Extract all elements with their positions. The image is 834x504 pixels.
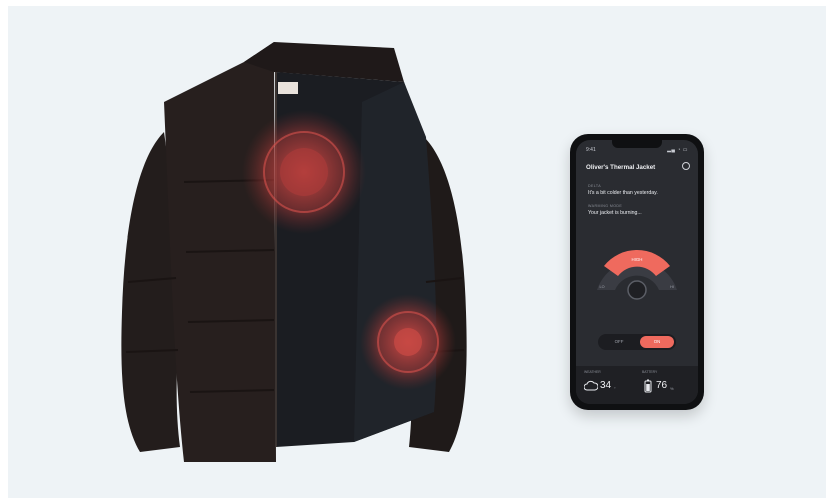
gear-icon[interactable] <box>682 162 690 170</box>
status-time: 9:41 <box>586 147 596 153</box>
toggle-off-option[interactable]: OFF <box>604 334 634 350</box>
dial-low-label: LO <box>599 285 604 289</box>
toggle-on-option[interactable]: ON <box>640 336 674 348</box>
battery-label: BATTERY <box>642 370 658 374</box>
status-icons: ▂▄ ◔ ▭ <box>667 147 688 153</box>
thermal-jacket-illustration <box>121 42 467 462</box>
message-text-2: Your jacket is burning... <box>588 210 642 216</box>
temperature-unit: ° <box>614 386 616 391</box>
dial-knob <box>627 280 647 300</box>
app-screen: 9:41 ▂▄ ◔ ▭ Oliver's Thermal Jacket DELT… <box>576 140 698 404</box>
app-title: Oliver's Thermal Jacket <box>586 164 656 171</box>
power-toggle[interactable]: OFF ON <box>598 334 676 350</box>
battery-unit: % <box>670 386 674 391</box>
dial-level-label: HIGH <box>632 257 643 262</box>
heat-level-dial[interactable]: HIGH LO HI <box>584 236 690 312</box>
cloud-icon <box>584 380 598 391</box>
dial-high-label: HI <box>670 285 674 289</box>
message-label-1: DELTA <box>588 184 602 188</box>
message-text-1: It's a bit colder than yesterday. <box>588 190 658 196</box>
weather-label: WEATHER <box>584 370 601 374</box>
battery-icon <box>644 379 652 393</box>
product-image-stage: 9:41 ▂▄ ◔ ▭ Oliver's Thermal Jacket DELT… <box>8 6 826 498</box>
battery-value: 76 <box>656 380 668 391</box>
message-label-2: WARMING MODE <box>588 204 623 208</box>
status-bar: 9:41 ▂▄ ◔ ▭ <box>586 147 688 155</box>
temperature-value: 34 <box>600 380 612 391</box>
smartphone: 9:41 ▂▄ ◔ ▭ Oliver's Thermal Jacket DELT… <box>570 134 704 410</box>
stats-bar: WEATHER 34 ° BATTERY 76 % <box>576 366 698 404</box>
